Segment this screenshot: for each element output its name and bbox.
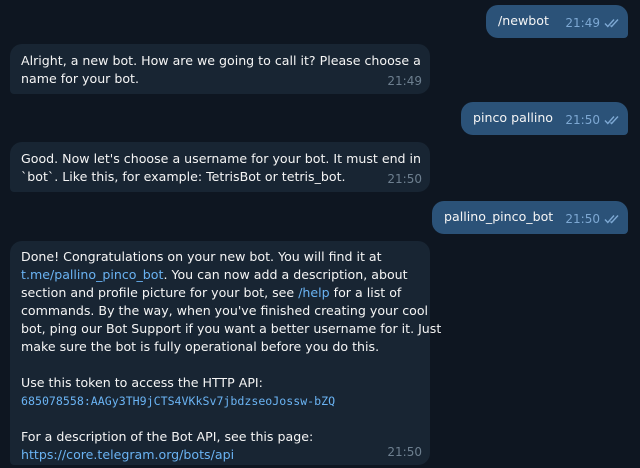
api-docs-link[interactable]: https://core.telegram.org/bots/api <box>21 446 419 464</box>
token-label: Use this token to access the HTTP API: <box>21 375 263 390</box>
message-text-line: name for your bot. <box>21 71 139 86</box>
message-time: 21:49 <box>565 16 600 30</box>
message-text-line: Good. Now let's choose a username for yo… <box>21 151 422 166</box>
message-time: 21:50 <box>387 172 422 186</box>
message-text-line: `bot`. Like this, for example: TetrisBot… <box>21 169 346 184</box>
message-text-line: Alright, a new bot. How are we going to … <box>21 53 421 68</box>
outgoing-message[interactable]: pinco pallino 21:50 <box>461 102 628 135</box>
bot-token[interactable]: 685078558:AAGy3TH9jCTS4VKkSv7jbdzseoJoss… <box>21 392 419 410</box>
outgoing-message[interactable]: pallino_pinco_bot 21:50 <box>432 201 628 234</box>
bot-link[interactable]: t.me/pallino_pinco_bot <box>21 267 163 282</box>
incoming-message[interactable]: Done! Congratulations on your new bot. Y… <box>10 241 442 465</box>
chat-history: /newbot 21:49 Alright, a new bot. How ar… <box>0 0 640 468</box>
incoming-message[interactable]: Alright, a new bot. How are we going to … <box>10 44 430 94</box>
message-text-line: section and profile picture for your bot… <box>21 285 402 300</box>
message-time: 21:50 <box>565 212 600 226</box>
message-text: /newbot <box>498 13 549 28</box>
message-text-line: make sure the bot is fully operational b… <box>21 339 380 354</box>
message-text: pallino_pinco_bot <box>444 209 554 224</box>
api-label: For a description of the Bot API, see th… <box>21 429 314 444</box>
incoming-message[interactable]: Good. Now let's choose a username for yo… <box>10 142 430 192</box>
double-check-icon <box>604 214 620 224</box>
double-check-icon <box>604 115 620 125</box>
message-text: pinco pallino <box>473 110 554 125</box>
message-time: 21:49 <box>387 74 422 88</box>
message-text-line: t.me/pallino_pinco_bot. You can now add … <box>21 267 408 282</box>
message-text-line: commands. By the way, when you've finish… <box>21 303 429 318</box>
message-text-line: Done! Congratulations on your new bot. Y… <box>21 249 382 264</box>
help-command-link[interactable]: /help <box>298 285 329 300</box>
outgoing-message[interactable]: /newbot 21:49 <box>486 5 628 38</box>
message-text-line: bot, ping our Bot Support if you want a … <box>21 321 442 336</box>
double-check-icon <box>604 18 620 28</box>
message-time: 21:50 <box>565 113 600 127</box>
message-time: 21:50 <box>387 445 422 459</box>
